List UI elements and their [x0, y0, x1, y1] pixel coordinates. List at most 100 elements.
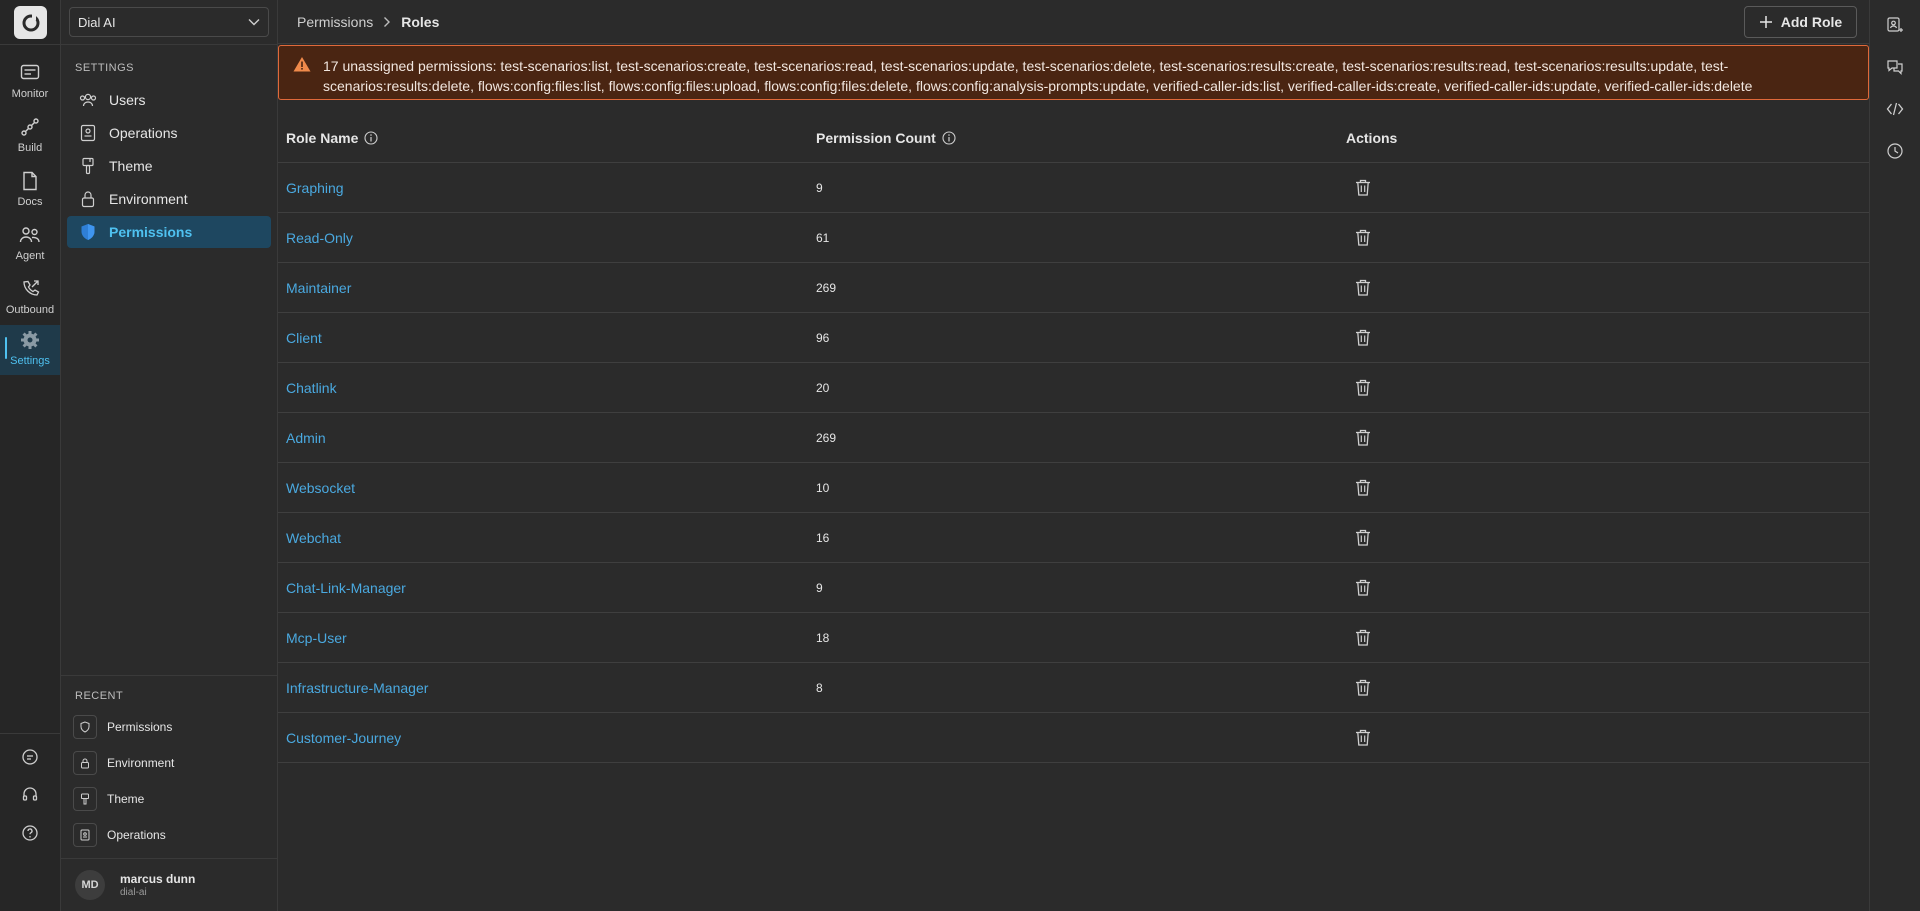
rail-item-outbound[interactable]: Outbound — [0, 274, 60, 324]
rail-divider — [0, 733, 61, 734]
add-role-button[interactable]: Add Role — [1744, 6, 1857, 38]
table-row: Client 96 — [278, 313, 1869, 363]
rail-item-monitor[interactable]: Monitor — [0, 58, 60, 108]
sidebar-item-theme[interactable]: Theme — [67, 150, 271, 182]
rail-item-settings[interactable]: Settings — [0, 325, 60, 375]
sidebar-item-label: Permissions — [109, 224, 193, 240]
delete-role-icon[interactable] — [1353, 428, 1373, 448]
monitor-icon — [19, 62, 41, 84]
right-rail — [1869, 0, 1920, 911]
permission-count: 18 — [816, 630, 830, 645]
delete-role-icon[interactable] — [1353, 378, 1373, 398]
chevron-down-icon — [248, 19, 260, 26]
users-icon — [79, 91, 97, 109]
breadcrumb-current: Roles — [401, 14, 440, 30]
permission-count: 9 — [816, 580, 823, 595]
chat-icon[interactable] — [19, 746, 41, 768]
breadcrumb-permissions[interactable]: Permissions — [297, 14, 373, 30]
role-name-link[interactable]: Chatlink — [286, 380, 337, 396]
role-name-link[interactable]: Websocket — [286, 480, 355, 496]
app-logo[interactable] — [14, 6, 47, 39]
delete-role-icon[interactable] — [1353, 178, 1373, 198]
sidebar-item-permissions[interactable]: Permissions — [67, 216, 271, 248]
chevron-right-icon — [383, 16, 391, 28]
delete-role-icon[interactable] — [1353, 528, 1373, 548]
permission-count: 269 — [816, 430, 837, 445]
settings-sidebar: Dial AI SETTINGS Users Operations Theme … — [61, 0, 278, 911]
permission-count: 10 — [816, 480, 830, 495]
delete-role-icon[interactable] — [1353, 728, 1373, 748]
role-name-link[interactable]: Graphing — [286, 180, 344, 196]
delete-role-icon[interactable] — [1353, 678, 1373, 698]
recent-item-label: Permissions — [107, 720, 173, 734]
help-icon[interactable] — [19, 822, 41, 844]
code-icon[interactable] — [1884, 98, 1906, 120]
user-profile[interactable]: MD marcus dunn dial-ai — [75, 870, 195, 900]
sidebar-item-environment[interactable]: Environment — [67, 183, 271, 215]
role-name-link[interactable]: Customer-Journey — [286, 730, 401, 746]
role-name-link[interactable]: Webchat — [286, 530, 341, 546]
delete-role-icon[interactable] — [1353, 478, 1373, 498]
role-name-link[interactable]: Infrastructure-Manager — [286, 680, 428, 696]
plus-icon — [1759, 16, 1772, 28]
delete-role-icon[interactable] — [1353, 328, 1373, 348]
rail-item-label: Agent — [15, 250, 45, 262]
recent-section-title: RECENT — [75, 690, 124, 702]
sidebar-item-label: Operations — [109, 125, 178, 141]
delete-role-icon[interactable] — [1353, 278, 1373, 298]
table-row: Customer-Journey — [278, 713, 1869, 763]
warning-icon — [293, 56, 311, 74]
shield-icon — [79, 223, 97, 241]
rail-item-docs[interactable]: Docs — [0, 166, 60, 216]
column-header-label: Role Name — [286, 129, 359, 146]
sidebar-item-operations[interactable]: Operations — [67, 117, 271, 149]
role-name-link[interactable]: Read-Only — [286, 230, 353, 246]
info-icon[interactable] — [942, 130, 956, 145]
recent-item-label: Environment — [107, 756, 175, 770]
top-bar: Permissions Roles Add Role — [278, 0, 1869, 44]
headset-icon[interactable] — [19, 784, 41, 806]
role-name-link[interactable]: Mcp-User — [286, 630, 347, 646]
history-icon[interactable] — [1884, 140, 1906, 162]
settings-section-title: SETTINGS — [75, 62, 135, 74]
rail-item-build[interactable]: Build — [0, 112, 60, 162]
role-name-link[interactable]: Maintainer — [286, 280, 351, 296]
workspace-select[interactable]: Dial AI — [69, 7, 269, 37]
outbound-icon — [19, 278, 41, 300]
column-header-role-name[interactable]: Role Name — [286, 130, 378, 146]
table-row: Mcp-User 18 — [278, 613, 1869, 663]
recent-item-permissions[interactable]: Permissions — [73, 714, 172, 740]
recent-item-environment[interactable]: Environment — [73, 750, 174, 776]
rail-item-label: Build — [17, 142, 43, 154]
permission-count: 96 — [816, 330, 830, 345]
lock-icon — [73, 751, 97, 775]
role-name-link[interactable]: Client — [286, 330, 322, 346]
role-name-link[interactable]: Admin — [286, 430, 326, 446]
permission-count: 9 — [816, 180, 823, 195]
sidebar-item-users[interactable]: Users — [67, 84, 271, 116]
recent-item-label: Operations — [107, 828, 166, 842]
sidebar-item-label: Theme — [109, 158, 153, 174]
table-row: Maintainer 269 — [278, 263, 1869, 313]
column-header-permission-count[interactable]: Permission Count — [816, 130, 956, 146]
rail-item-agent[interactable]: Agent — [0, 220, 60, 270]
recent-item-operations[interactable]: Operations — [73, 822, 166, 848]
delete-role-icon[interactable] — [1353, 228, 1373, 248]
info-icon[interactable] — [364, 130, 378, 145]
table-row: Graphing 9 — [278, 163, 1869, 213]
table-row: Admin 269 — [278, 413, 1869, 463]
lock-icon — [79, 190, 97, 208]
contact-card-icon[interactable] — [1884, 14, 1906, 36]
main-content: Permissions Roles Add Role 17 unassigned… — [278, 0, 1869, 911]
permission-count: 61 — [816, 230, 830, 245]
role-name-link[interactable]: Chat-Link-Manager — [286, 580, 406, 596]
delete-role-icon[interactable] — [1353, 628, 1373, 648]
delete-role-icon[interactable] — [1353, 578, 1373, 598]
roles-table: Role Name Permission Count Actions Graph… — [278, 113, 1869, 763]
rail-item-label: Settings — [10, 355, 50, 367]
user-org: dial-ai — [120, 887, 147, 898]
avatar: MD — [75, 870, 105, 900]
sidebar-divider — [61, 675, 278, 676]
chat-bubbles-icon[interactable] — [1884, 56, 1906, 78]
recent-item-theme[interactable]: Theme — [73, 786, 144, 812]
